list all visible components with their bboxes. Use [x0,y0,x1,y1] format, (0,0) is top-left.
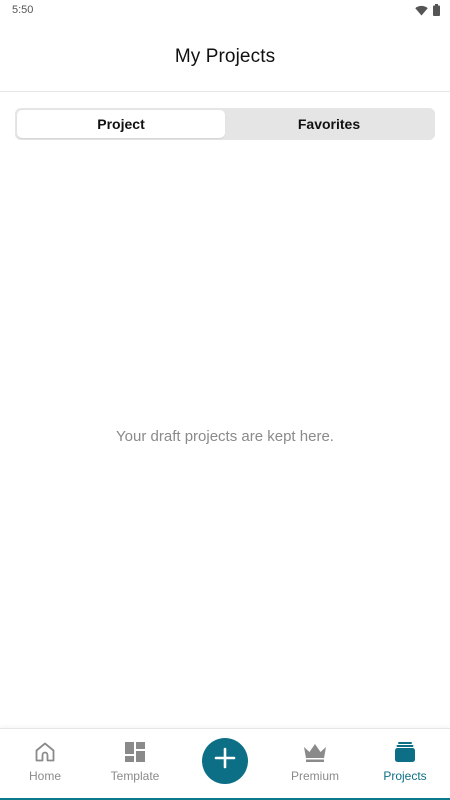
segmented-tabs: Project Favorites [15,108,435,140]
create-project-button[interactable] [202,737,248,784]
tab-favorites[interactable]: Favorites [225,110,433,138]
nav-label-premium: Premium [290,769,339,783]
nav-label-projects: Projects [383,769,427,783]
template-grid-icon [122,739,148,765]
nav-label-template: Template [110,769,160,783]
page-title: My Projects [174,45,276,67]
status-time: 5:50 [12,4,34,16]
app-header: My Projects [0,22,450,92]
projects-stack-icon [392,739,418,765]
nav-item-projects[interactable]: Projects [360,729,450,800]
crown-icon [302,739,328,765]
nav-item-premium[interactable]: Premium [270,729,360,800]
bottom-nav: Home Template Premium Projects [0,728,450,800]
empty-state-message: Your draft projects are kept here. [116,428,334,445]
fab-container [180,729,270,800]
home-icon [32,739,58,765]
status-bar: 5:50 [0,0,450,22]
wifi-icon [415,5,428,16]
nav-item-template[interactable]: Template [90,729,180,800]
plus-icon [214,747,236,774]
tab-project[interactable]: Project [17,110,225,138]
battery-icon [433,4,440,16]
status-icons [415,4,440,16]
nav-label-home: Home [28,769,61,783]
nav-item-home[interactable]: Home [0,729,90,800]
